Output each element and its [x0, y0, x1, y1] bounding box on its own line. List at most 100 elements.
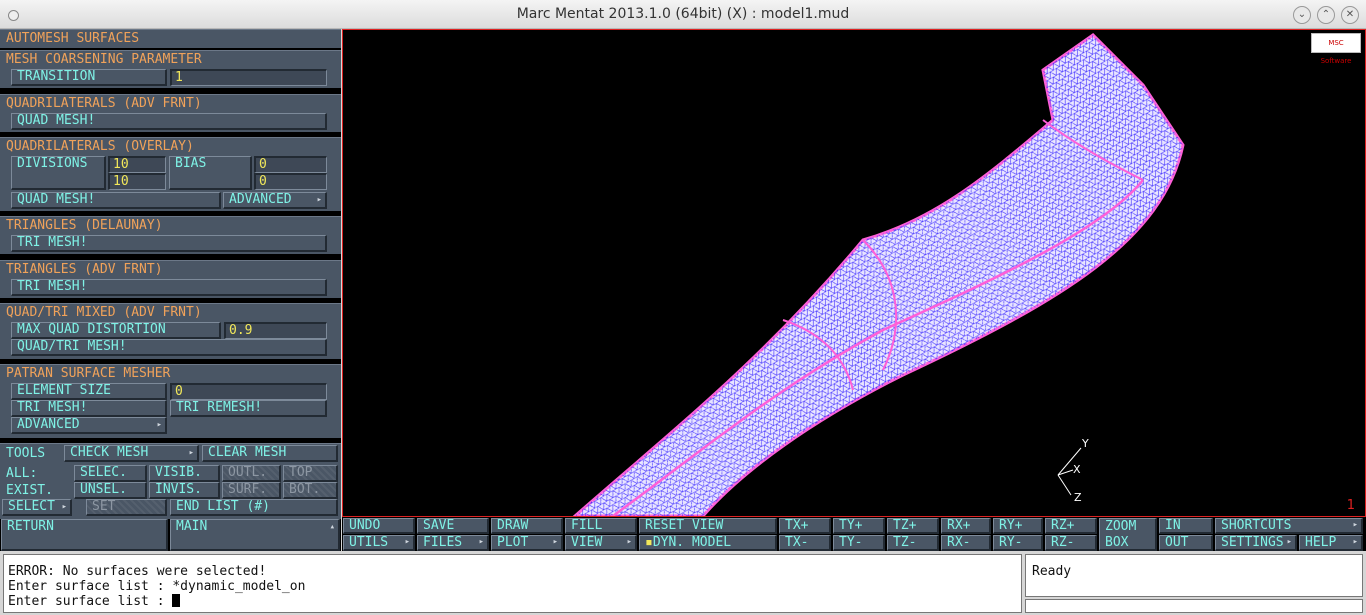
tri-adv-header: TRIANGLES (ADV FRNT)	[6, 262, 163, 277]
help-button[interactable]: HELP ▸	[1299, 535, 1363, 551]
view-toolbar: UNDO UTILS ▸ SAVE FILES ▸ DRAW PLOT ▸ FI…	[342, 517, 1366, 551]
return-button[interactable]: RETURN	[1, 519, 168, 551]
plot-label: PLOT	[497, 535, 529, 550]
graphics-viewport[interactable]: MSC Software Y X Z 1	[342, 29, 1366, 517]
quad-adv-section: QUADRILATERALS (ADV FRNT) QUAD MESH!	[0, 94, 341, 132]
bias-v-field[interactable]: 0	[254, 173, 327, 190]
panel-title-section: AUTOMESH SURFACES	[0, 29, 341, 48]
outl-button[interactable]: OUTL.	[222, 465, 281, 482]
utils-label: UTILS	[349, 535, 389, 550]
quad-overlay-section: QUADRILATERALS (OVERLAY) DIVISIONS 10 10…	[0, 137, 341, 211]
files-label: FILES	[423, 535, 463, 550]
utils-button[interactable]: UTILS ▸	[343, 535, 415, 551]
submenu-arrow-icon: ▸	[552, 537, 558, 547]
max-quad-distortion-button[interactable]: MAX QUAD DISTORTION	[11, 322, 221, 339]
view-button[interactable]: VIEW ▸	[565, 535, 637, 551]
transition-button[interactable]: TRANSITION	[11, 69, 167, 86]
submenu-arrow-icon: ▸	[1352, 520, 1358, 530]
zoom-out-button[interactable]: OUT	[1159, 535, 1213, 551]
quadtri-mesh-button[interactable]: QUAD/TRI MESH!	[11, 339, 327, 356]
shortcuts-button[interactable]: SHORTCUTS ▸	[1215, 518, 1363, 534]
unsel-button[interactable]: UNSEL.	[74, 482, 147, 499]
tx-plus-button[interactable]: TX+	[779, 518, 831, 534]
quadtri-section: QUAD/TRI MIXED (ADV FRNT) MAX QUAD DISTO…	[0, 303, 341, 359]
quad-adv-mesh-button[interactable]: QUAD MESH!	[11, 113, 327, 130]
element-size-field[interactable]: 0	[170, 383, 327, 400]
select-label: SELECT	[8, 499, 55, 514]
transition-field[interactable]: 1	[170, 69, 327, 86]
tx-minus-button[interactable]: TX-	[779, 535, 831, 551]
submenu-arrow-icon: ▸	[1286, 537, 1292, 547]
command-input-line[interactable]: Enter surface list :	[8, 594, 1021, 609]
bias-u-field[interactable]: 0	[254, 156, 327, 173]
patran-tri-remesh-button[interactable]: TRI REMESH!	[170, 400, 327, 417]
settings-button[interactable]: SETTINGS ▸	[1215, 535, 1297, 551]
invis-button[interactable]: INVIS.	[149, 482, 220, 499]
set-button[interactable]: SET	[86, 499, 167, 516]
ty-plus-button[interactable]: TY+	[833, 518, 885, 534]
main-label: MAIN	[176, 519, 208, 534]
command-window[interactable]: ERROR: No surfaces were selected! Enter …	[3, 554, 1022, 613]
dyn-model-button[interactable]: ▪DYN. MODEL	[639, 535, 777, 551]
quad-overlay-advanced-label: ADVANCED	[229, 192, 292, 207]
main-button[interactable]: MAIN ▴	[170, 519, 340, 551]
check-mesh-button[interactable]: CHECK MESH ▸	[64, 445, 199, 462]
help-label: HELP	[1305, 535, 1337, 550]
draw-button[interactable]: DRAW	[491, 518, 563, 534]
fill-button[interactable]: FILL	[565, 518, 637, 534]
axis-x-label: X	[1073, 463, 1081, 476]
close-icon[interactable]: ✕	[1341, 6, 1359, 24]
quad-overlay-mesh-button[interactable]: QUAD MESH!	[11, 192, 221, 209]
divisions-button[interactable]: DIVISIONS	[11, 156, 106, 190]
bias-button[interactable]: BIAS	[169, 156, 252, 190]
text-cursor	[172, 594, 181, 607]
top-button[interactable]: TOP	[283, 465, 338, 482]
plot-button[interactable]: PLOT ▸	[491, 535, 563, 551]
selec-button[interactable]: SELEC.	[74, 465, 147, 482]
rz-plus-button[interactable]: RZ+	[1045, 518, 1097, 534]
tz-minus-button[interactable]: TZ-	[887, 535, 939, 551]
tz-plus-button[interactable]: TZ+	[887, 518, 939, 534]
patran-header: PATRAN SURFACE MESHER	[6, 366, 171, 381]
files-button[interactable]: FILES ▸	[417, 535, 489, 551]
max-quad-distortion-field[interactable]: 0.9	[224, 322, 327, 339]
patran-tri-mesh-button[interactable]: TRI MESH!	[11, 400, 167, 417]
window-title: Marc Mentat 2013.1.0 (64bit) (X) : model…	[516, 6, 850, 22]
surf-button[interactable]: SURF.	[222, 482, 281, 499]
clear-mesh-button[interactable]: CLEAR MESH	[202, 445, 338, 462]
tri-adv-section: TRIANGLES (ADV FRNT) TRI MESH!	[0, 260, 341, 298]
element-size-button[interactable]: ELEMENT SIZE	[11, 383, 167, 400]
ty-minus-button[interactable]: TY-	[833, 535, 885, 551]
rz-minus-button[interactable]: RZ-	[1045, 535, 1097, 551]
rx-plus-button[interactable]: RX+	[941, 518, 991, 534]
ry-minus-button[interactable]: RY-	[993, 535, 1043, 551]
visib-button[interactable]: VISIB.	[149, 465, 220, 482]
maximize-icon[interactable]: ⌃	[1317, 6, 1335, 24]
submenu-arrow-icon: ▸	[61, 502, 67, 512]
bot-button[interactable]: BOT.	[283, 482, 338, 499]
zoom-in-button[interactable]: IN	[1159, 518, 1213, 534]
ry-plus-button[interactable]: RY+	[993, 518, 1043, 534]
divisions-v-field[interactable]: 10	[108, 173, 166, 190]
settings-label: SETTINGS	[1221, 535, 1284, 550]
all-label: ALL:	[6, 466, 38, 481]
rx-minus-button[interactable]: RX-	[941, 535, 991, 551]
viewport-number: 1	[1346, 498, 1355, 513]
undo-button[interactable]: UNDO	[343, 518, 415, 534]
quad-overlay-advanced-button[interactable]: ADVANCED ▸	[223, 192, 327, 209]
quad-adv-header: QUADRILATERALS (ADV FRNT)	[6, 96, 202, 111]
select-button[interactable]: SELECT ▸	[2, 499, 72, 516]
tri-delaunay-mesh-button[interactable]: TRI MESH!	[11, 235, 327, 252]
save-button[interactable]: SAVE	[417, 518, 489, 534]
patran-section: PATRAN SURFACE MESHER ELEMENT SIZE 0 TRI…	[0, 364, 341, 438]
divisions-u-field[interactable]: 10	[108, 156, 166, 173]
zoom-box-button[interactable]: ZOOM BOX	[1099, 518, 1157, 551]
reset-view-button[interactable]: RESET VIEW	[639, 518, 777, 534]
quad-overlay-header: QUADRILATERALS (OVERLAY)	[6, 139, 194, 154]
patran-advanced-button[interactable]: ADVANCED ▸	[11, 417, 167, 434]
end-list-button[interactable]: END LIST (#)	[170, 499, 338, 516]
up-arrow-icon: ▴	[329, 522, 335, 532]
tri-adv-mesh-button[interactable]: TRI MESH!	[11, 279, 327, 296]
tools-section: TOOLS CHECK MESH ▸ CLEAR MESH ALL: EXIST…	[0, 443, 341, 519]
minimize-icon[interactable]: ⌄	[1293, 6, 1311, 24]
